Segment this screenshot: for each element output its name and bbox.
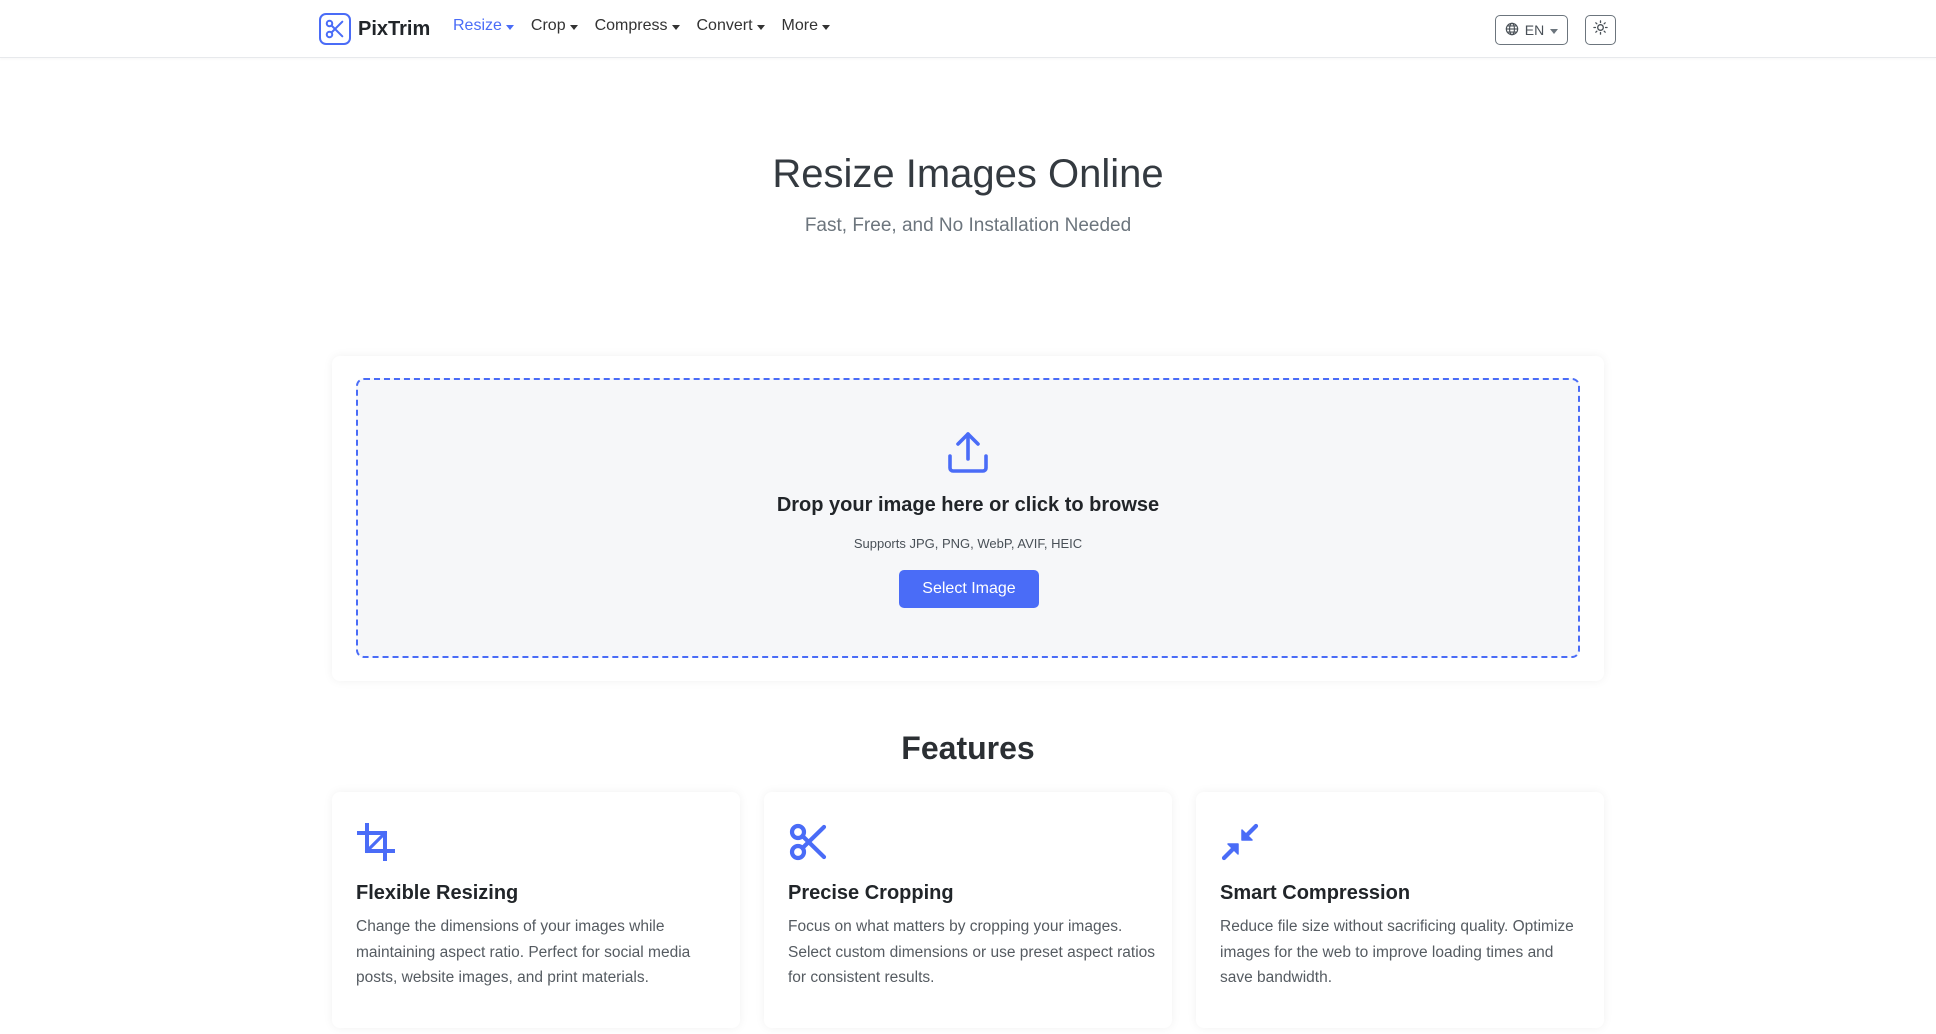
supported-formats: Supports JPG, PNG, WebP, AVIF, HEIC [853, 536, 1083, 551]
crop-icon [356, 822, 396, 862]
scissors-icon [788, 822, 828, 862]
nav-compress-label: Compress [594, 17, 668, 34]
feature-description: Focus on what matters by cropping your i… [788, 918, 1156, 986]
caret-down-icon [756, 24, 765, 30]
feature-description: Change the dimensions of your images whi… [356, 918, 691, 986]
caret-down-icon [569, 24, 578, 30]
main-nav: Resize Crop Compress Convert More [453, 17, 830, 35]
caret-down-icon [1550, 28, 1559, 34]
feature-card-cropping: Precise Cropping Focus on what matters b… [764, 792, 1172, 1028]
upload-card: Drop your image here or click to browse … [332, 356, 1604, 681]
feature-title: Smart Compression [1220, 882, 1411, 904]
language-selector[interactable]: EN [1495, 15, 1568, 45]
caret-down-icon [671, 24, 680, 30]
select-image-button[interactable]: Select Image [899, 570, 1039, 608]
navbar: PixTrim Resize Crop Compress Convert Mor… [0, 0, 1936, 58]
feature-card-resizing: Flexible Resizing Change the dimensions … [332, 792, 740, 1028]
nav-crop-dropdown[interactable]: Crop [531, 17, 578, 35]
nav-convert-label: Convert [696, 17, 753, 34]
features-heading: Features [901, 730, 1035, 766]
feature-title: Flexible Resizing [356, 882, 519, 904]
compress-arrows-icon [1220, 822, 1260, 862]
nav-crop-label: Crop [530, 17, 566, 34]
nav-convert-dropdown[interactable]: Convert [697, 17, 765, 35]
page-subtitle: Fast, Free, and No Installation Needed [804, 215, 1132, 236]
globe-icon [1505, 22, 1519, 39]
dropzone-title: Drop your image here or click to browse [776, 494, 1160, 516]
feature-description: Reduce file size without sacrificing qua… [1220, 918, 1574, 986]
image-dropzone[interactable]: Drop your image here or click to browse … [356, 378, 1580, 658]
upload-icon [946, 430, 990, 479]
language-label: EN [1524, 22, 1545, 38]
brand-link[interactable]: PixTrim [319, 13, 430, 45]
nav-more-dropdown[interactable]: More [782, 17, 830, 35]
feature-card-compression: Smart Compression Reduce file size witho… [1196, 792, 1604, 1028]
nav-resize-label: Resize [453, 17, 502, 34]
nav-compress-dropdown[interactable]: Compress [595, 17, 680, 35]
brand-name: PixTrim [358, 17, 431, 40]
nav-resize-dropdown[interactable]: Resize [453, 17, 514, 35]
caret-down-icon [821, 24, 830, 30]
nav-more-label: More [781, 17, 818, 34]
page-title: Resize Images Online [772, 152, 1164, 196]
scissors-logo-icon [319, 13, 351, 45]
caret-down-icon [505, 24, 514, 30]
feature-title: Precise Cropping [788, 882, 954, 904]
sun-icon [1593, 20, 1608, 40]
theme-toggle-button[interactable] [1585, 15, 1616, 45]
